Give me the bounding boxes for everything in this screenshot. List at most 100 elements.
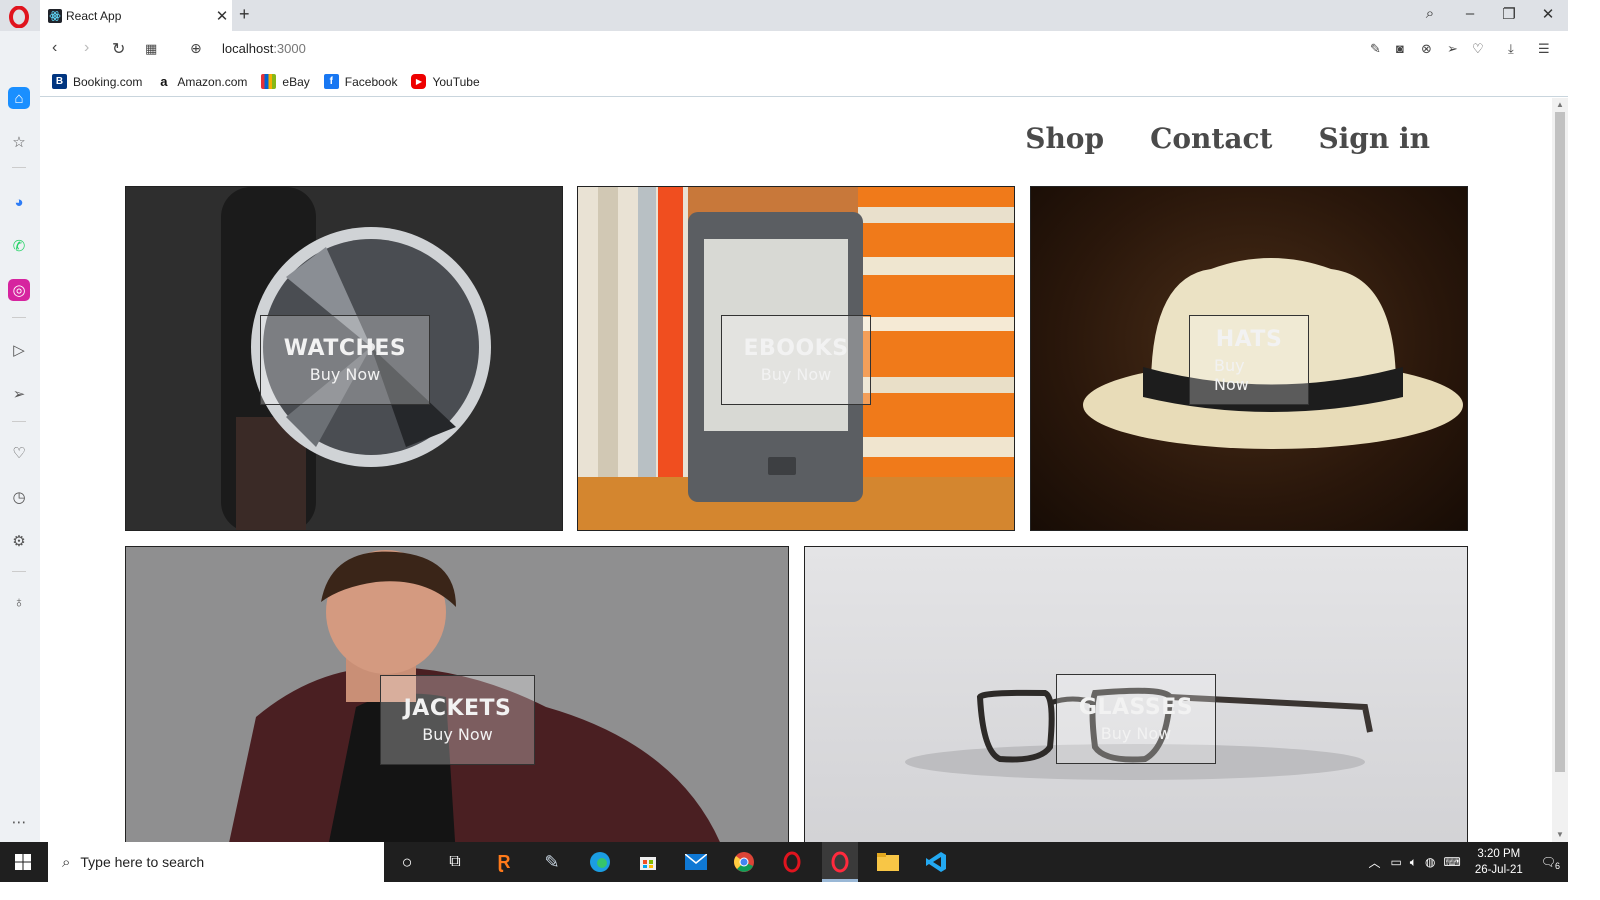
bookmark-youtube[interactable]: ▶ YouTube: [411, 74, 480, 89]
react-favicon-icon: [48, 8, 62, 23]
divider: [12, 167, 26, 168]
history-icon[interactable]: ◷: [8, 486, 30, 508]
buy-now-link[interactable]: Buy Now: [1214, 356, 1284, 394]
category-name: JACKETS: [403, 696, 512, 721]
edit-icon[interactable]: ✎: [1370, 41, 1381, 57]
nav-signin-link[interactable]: Sign in: [1318, 122, 1430, 155]
mail-icon[interactable]: [684, 850, 708, 874]
restore-icon[interactable]: ❐: [1499, 5, 1519, 23]
amazon-icon: a: [156, 74, 172, 89]
category-tile-watches[interactable]: WATCHES Buy Now: [125, 186, 563, 531]
start-button[interactable]: [0, 842, 46, 882]
buy-now-link[interactable]: Buy Now: [310, 365, 381, 384]
url-host: localhost: [222, 41, 274, 56]
buy-now-link[interactable]: Buy Now: [1101, 724, 1172, 743]
window-close-icon[interactable]: ✕: [1538, 5, 1558, 23]
bookmark-heart-icon[interactable]: ♡: [1472, 41, 1484, 57]
windows-taskbar: ⌕ Type here to search ○ ⧉ Ɽ ✎ ︿ ▭ 🔈︎ ◍ ⌨…: [0, 842, 1568, 882]
nav-contact-link[interactable]: Contact: [1150, 122, 1272, 155]
url-field[interactable]: localhost:3000: [222, 41, 306, 56]
chrome-icon[interactable]: [732, 850, 756, 874]
page-scrollbar[interactable]: ▲ ▼: [1552, 98, 1568, 842]
scroll-up-icon[interactable]: ▲: [1556, 100, 1564, 109]
adblock-icon[interactable]: ⊗: [1421, 41, 1432, 57]
browser-tab-bar: React App ✕ + ⌕ – ❐ ✕: [0, 0, 1568, 31]
search-tabs-icon[interactable]: ⌕: [1420, 5, 1440, 22]
speed-dial-icon[interactable]: ▦: [145, 41, 157, 57]
flow-icon[interactable]: ➢: [1447, 41, 1458, 57]
player-icon[interactable]: ▷: [8, 339, 30, 361]
opera-gx-taskbar-icon[interactable]: [822, 842, 858, 882]
download-icon[interactable]: ⤓: [1508, 41, 1514, 57]
active-app-indicator: [822, 879, 858, 882]
show-hidden-icons-icon[interactable]: ︿: [1368, 854, 1380, 871]
tab-close-icon[interactable]: ✕: [212, 7, 232, 25]
flow-sidebar-icon[interactable]: ➢: [8, 383, 30, 405]
edge-icon[interactable]: [588, 850, 612, 874]
task-view-icon[interactable]: ⧉: [443, 850, 467, 874]
category-name: EBOOKS: [743, 336, 849, 361]
browser-tab[interactable]: React App ✕: [40, 0, 232, 31]
category-tile-hats[interactable]: HATS Buy Now: [1030, 186, 1468, 531]
ebay-icon: [261, 74, 277, 89]
buy-now-link[interactable]: Buy Now: [422, 725, 493, 744]
snapshot-icon[interactable]: ◙: [1396, 41, 1404, 56]
opera-logo-icon[interactable]: [7, 6, 31, 28]
file-explorer-icon[interactable]: [876, 850, 900, 874]
cortana-icon[interactable]: ○: [395, 850, 419, 874]
category-tile-ebooks[interactable]: EBOOKS Buy Now: [577, 186, 1015, 531]
paint-icon[interactable]: ✎: [540, 850, 564, 874]
clock[interactable]: 3:20 PM 26-Jul-21: [1475, 846, 1523, 878]
youtube-icon: ▶: [411, 74, 427, 89]
nav-shop-link[interactable]: Shop: [1025, 122, 1104, 155]
keyboard-icon[interactable]: ⌨: [1443, 855, 1460, 869]
address-bar: ‹ › ↻ ▦ ⊕ localhost:3000 ✎ ◙ ⊗ ➢ ♡ ⤓ ☰: [40, 31, 1568, 67]
reload-icon[interactable]: ↻: [112, 39, 125, 59]
network-icon[interactable]: ◍: [1425, 855, 1435, 869]
top-nav: Shop Contact Sign in: [1025, 122, 1430, 155]
tips-bulb-icon[interactable]: ♁: [8, 591, 30, 613]
new-tab-icon[interactable]: +: [239, 4, 250, 25]
bookmarks-bar: B Booking.com a Amazon.com eBay f Facebo…: [40, 67, 1568, 97]
bookmark-label: Amazon.com: [177, 74, 248, 89]
site-info-icon[interactable]: ⊕: [190, 40, 202, 57]
category-name: WATCHES: [283, 336, 407, 361]
buy-now-link[interactable]: Buy Now: [761, 365, 832, 384]
bookmark-amazon[interactable]: a Amazon.com: [156, 74, 247, 89]
vscode-icon[interactable]: [924, 850, 948, 874]
back-icon[interactable]: ‹: [52, 39, 57, 57]
speed-dial-sidebar-icon[interactable]: ☆: [8, 131, 30, 153]
system-tray: ︿ ▭ 🔈︎ ◍ ⌨ 3:20 PM 26-Jul-21 🗨︎ 6: [1368, 842, 1568, 882]
page-viewport: Shop Contact Sign in WATCHES Buy Now EBO…: [40, 98, 1552, 842]
clock-date: 26-Jul-21: [1474, 864, 1523, 876]
easy-setup-icon[interactable]: ☰: [1538, 41, 1550, 57]
bookmarks-sidebar-icon[interactable]: ♡: [8, 442, 30, 464]
bookmark-ebay[interactable]: eBay: [261, 74, 310, 89]
volume-icon[interactable]: 🔈︎: [1410, 855, 1417, 870]
category-tile-glasses[interactable]: GLASSES Buy Now: [804, 546, 1468, 842]
battery-icon[interactable]: ▭: [1390, 855, 1401, 869]
taskbar-search-placeholder: Type here to search: [80, 854, 205, 870]
messenger-icon[interactable]: ◕: [8, 191, 30, 213]
app-launcher-icon[interactable]: Ɽ: [492, 850, 516, 874]
opera-taskbar-icon[interactable]: [780, 850, 804, 874]
url-port: :3000: [273, 41, 306, 56]
forward-icon[interactable]: ›: [84, 39, 89, 57]
bookmark-facebook[interactable]: f Facebook: [323, 74, 397, 89]
scrollbar-thumb[interactable]: [1555, 112, 1565, 772]
taskbar-search-box[interactable]: ⌕ Type here to search: [48, 842, 384, 882]
settings-icon[interactable]: ⚙: [8, 530, 30, 552]
category-label: WATCHES Buy Now: [260, 315, 430, 405]
more-icon[interactable]: ⋯: [8, 811, 30, 833]
instagram-icon[interactable]: ◎: [8, 279, 30, 301]
category-tile-jackets[interactable]: JACKETS Buy Now: [125, 546, 789, 842]
store-icon[interactable]: [636, 850, 660, 874]
tab-title: React App: [66, 8, 122, 23]
minimize-icon[interactable]: –: [1460, 5, 1480, 22]
scroll-down-icon[interactable]: ▼: [1556, 830, 1564, 839]
home-icon[interactable]: ⌂: [8, 87, 30, 109]
whatsapp-icon[interactable]: ✆: [8, 235, 30, 257]
action-center-icon[interactable]: 🗨︎ 6: [1541, 855, 1560, 871]
bookmark-booking[interactable]: B Booking.com: [52, 74, 142, 89]
category-name: GLASSES: [1078, 695, 1194, 720]
